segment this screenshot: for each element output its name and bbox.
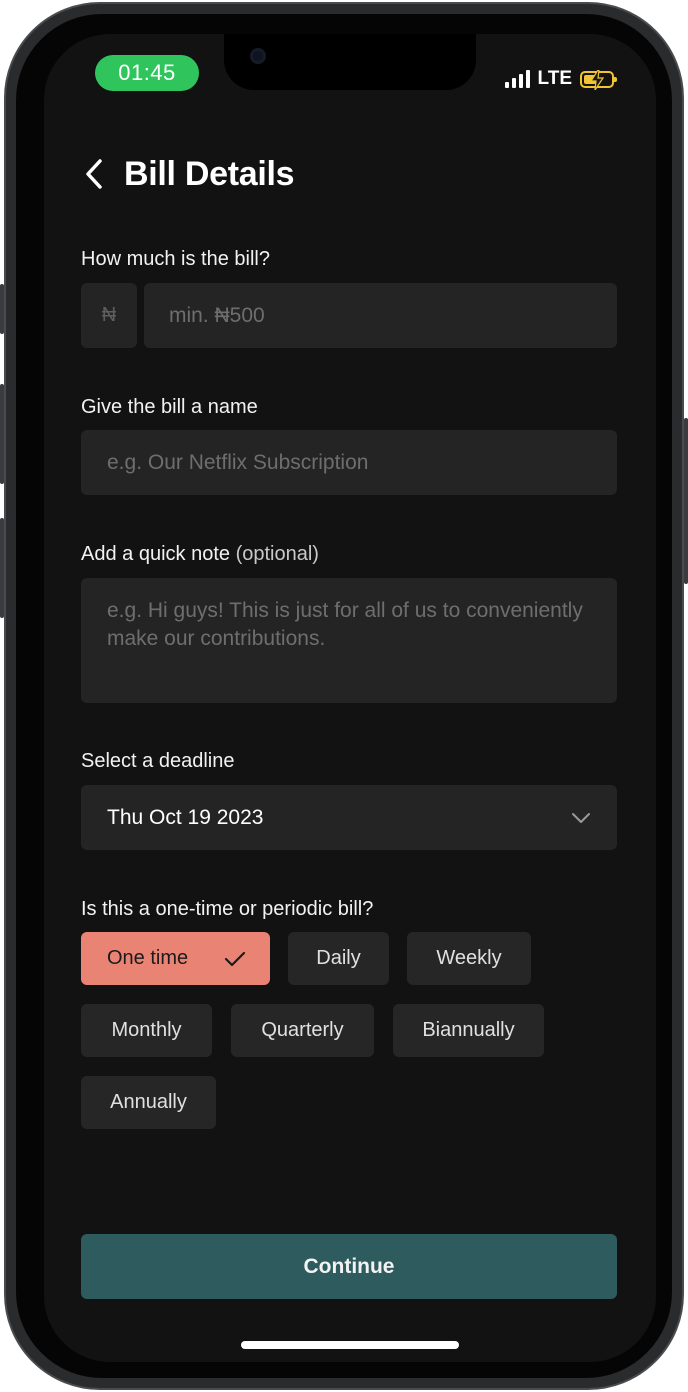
note-textarea[interactable] — [81, 578, 617, 703]
battery-icon — [580, 69, 617, 90]
deadline-label: Select a deadline — [81, 750, 235, 772]
frequency-option-label: One time — [107, 947, 189, 969]
frequency-label: Is this a one-time or periodic bill? — [81, 898, 374, 920]
chevron-left-icon — [86, 159, 102, 189]
amount-input[interactable] — [144, 283, 617, 348]
deadline-value: Thu Oct 19 2023 — [107, 805, 264, 829]
note-label: Add a quick note (optional) — [81, 543, 319, 566]
frequency-option-monthly[interactable]: Monthly — [81, 1004, 212, 1057]
home-indicator[interactable] — [241, 1341, 459, 1349]
page-title: Bill Details — [124, 154, 295, 193]
network-type: LTE — [537, 68, 572, 89]
phone-frame: 01:45 LTE Bill Details How much is the b… — [0, 2, 688, 1390]
status-indicators: LTE — [504, 68, 617, 90]
amount-label: How much is the bill? — [81, 248, 270, 270]
frequency-option-biannually[interactable]: Biannually — [393, 1004, 544, 1057]
side-button-left-3 — [0, 518, 4, 618]
screen: 01:45 LTE Bill Details How much is the b… — [44, 34, 656, 1362]
notch — [224, 34, 476, 90]
bill-name-label: Give the bill a name — [81, 396, 258, 418]
chevron-down-icon — [572, 812, 590, 823]
camera-icon — [250, 48, 266, 64]
side-button-left-1 — [0, 284, 4, 334]
side-button-right — [684, 418, 688, 584]
frequency-option-daily[interactable]: Daily — [288, 932, 389, 985]
currency-symbol: ₦ — [81, 283, 137, 348]
frequency-option-quarterly[interactable]: Quarterly — [231, 1004, 374, 1057]
bill-name-input[interactable] — [81, 430, 617, 495]
note-label-text: Add a quick note — [81, 543, 230, 565]
side-button-left-2 — [0, 384, 4, 484]
checkmark-icon — [224, 951, 246, 966]
status-time: 01:45 — [95, 55, 199, 91]
frequency-option-one-time[interactable]: One time — [81, 932, 270, 985]
frequency-option-annually[interactable]: Annually — [81, 1076, 216, 1129]
frequency-option-weekly[interactable]: Weekly — [407, 932, 531, 985]
page-header: Bill Details — [80, 152, 295, 196]
back-button[interactable] — [80, 156, 108, 192]
signal-icon — [504, 70, 530, 88]
note-label-optional: (optional) — [235, 543, 319, 565]
deadline-select[interactable]: Thu Oct 19 2023 — [81, 785, 617, 850]
continue-button[interactable]: Continue — [81, 1234, 617, 1299]
